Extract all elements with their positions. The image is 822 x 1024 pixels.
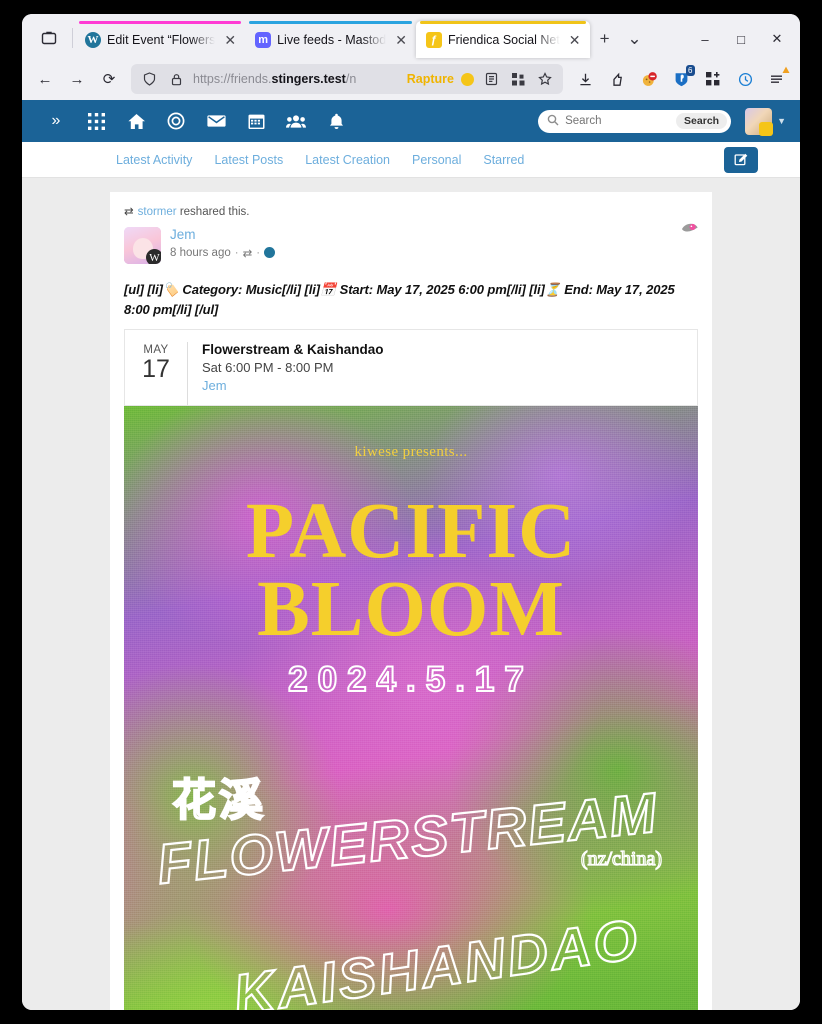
network-source-icon[interactable] (264, 247, 276, 259)
poster-title-line2: BLOOM (257, 566, 565, 653)
share-icon[interactable] (602, 64, 632, 94)
tab-list-chevron-icon[interactable]: ⌄ (620, 24, 650, 54)
app-menu-icon[interactable] (762, 64, 792, 94)
mastodon-icon: m (255, 31, 272, 48)
tab-separator (72, 28, 73, 48)
new-tab-button[interactable]: + (590, 24, 620, 54)
search-submit-button[interactable]: Search (676, 112, 728, 130)
meta-separator: · (256, 246, 261, 259)
grid-apps-icon[interactable] (76, 100, 116, 142)
tab-close-icon[interactable]: ✕ (221, 31, 239, 49)
forward-button[interactable]: → (62, 64, 92, 94)
page-viewport: » Search Search ▼ Latest Activity Latest… (22, 100, 800, 1010)
tab-personal[interactable]: Personal (412, 153, 461, 167)
event-time: Sat 6:00 PM - 8:00 PM (202, 360, 334, 375)
tab-strip: W Edit Event “Flowers ✕ m Live feeds - M… (22, 14, 800, 58)
minimize-button[interactable]: – (688, 25, 722, 53)
tab-latest-creation[interactable]: Latest Creation (305, 153, 390, 167)
poster-cjk-text: 花溪 (171, 775, 266, 826)
browser-tab-wordpress[interactable]: W Edit Event “Flowers ✕ (75, 21, 245, 58)
firefox-view-button[interactable] (28, 20, 70, 56)
notifications-bell-icon[interactable] (316, 100, 356, 142)
address-bar[interactable]: https://friends.stingers.test/n Rapture (131, 64, 563, 94)
event-author-link[interactable]: Jem (202, 378, 697, 393)
reshare-line: ⇄ stormer reshared this. (124, 204, 698, 218)
dolphin-network-icon[interactable] (680, 222, 698, 237)
poster-presents-text: kiwese presents... (354, 444, 468, 460)
downloads-icon[interactable] (570, 64, 600, 94)
lock-icon[interactable] (166, 73, 186, 86)
home-icon[interactable] (116, 100, 156, 142)
adblock-icon[interactable] (634, 64, 664, 94)
event-card: MAY 17 Flowerstream & Kaishandao Sat 6:0… (124, 329, 698, 405)
calendar-icon[interactable] (236, 100, 276, 142)
avatar[interactable]: W (124, 227, 161, 264)
chevron-double-right-icon[interactable]: » (36, 100, 76, 142)
tab-close-icon[interactable]: ✕ (392, 31, 410, 49)
back-button[interactable]: ← (30, 64, 60, 94)
post-meta: 8 hours ago · ⇄ · (170, 246, 276, 260)
author-row: W Jem 8 hours ago · ⇄ · (124, 227, 698, 264)
tab-title: Friendica Social Net (447, 32, 560, 47)
rapture-label[interactable]: Rapture (407, 72, 454, 86)
globe-target-icon[interactable] (156, 100, 196, 142)
poster-band-origin: (nz/china) (580, 847, 662, 870)
event-date: MAY 17 (125, 342, 187, 405)
tab-latest-posts[interactable]: Latest Posts (214, 153, 283, 167)
friendica-tab-nav: Latest Activity Latest Posts Latest Crea… (22, 142, 800, 178)
envelope-icon[interactable] (196, 100, 236, 142)
browser-toolbar: ← → ⟳ https://friends.stingers.test/n Ra… (22, 58, 800, 100)
password-vault-icon[interactable]: 6 (666, 64, 696, 94)
reload-button[interactable]: ⟳ (94, 64, 124, 94)
author-name-link[interactable]: Jem (170, 227, 275, 244)
event-day: 17 (142, 355, 170, 383)
post-body-bbcode: [ul] [li]🏷️ Category: Music[/li] [li]📅 S… (124, 282, 675, 317)
browser-tab-mastodon[interactable]: m Live feeds - Mastod ✕ (245, 21, 416, 58)
search-input[interactable] (565, 115, 677, 127)
reader-mode-icon[interactable] (481, 72, 501, 86)
tab-latest-activity[interactable]: Latest Activity (116, 153, 192, 167)
reshare-text: reshared this. (179, 206, 250, 218)
browser-tab-friendica[interactable]: ƒ Friendica Social Net ✕ (415, 21, 590, 58)
poster-date: 2024.5.17 (287, 659, 534, 700)
wordpress-icon: W (85, 31, 101, 48)
maximize-button[interactable]: □ (724, 25, 758, 53)
contacts-icon[interactable] (276, 100, 316, 142)
reshare-user-link[interactable]: stormer (138, 206, 177, 218)
window-controls: – □ ✕ (688, 25, 794, 53)
extensions-icon[interactable] (698, 64, 728, 94)
user-avatar[interactable] (745, 107, 774, 136)
post-card: ⇄ stormer reshared this. W Jem 8 hours ag… (110, 192, 712, 1010)
event-details: Flowerstream & Kaishandao Sat 6:00 PM - … (187, 342, 697, 405)
event-poster-image[interactable]: kiwese presents... PACIFIC BLOOM 2024.5.… (124, 406, 698, 1010)
user-menu-chevron-icon[interactable]: ▼ (777, 116, 786, 126)
shield-icon[interactable] (139, 72, 159, 86)
reshare-icon: ⇄ (124, 206, 134, 218)
tab-starred[interactable]: Starred (483, 153, 524, 167)
friendica-icon: ƒ (425, 31, 442, 48)
pocket-grid-icon[interactable] (508, 72, 528, 86)
reshare-indicator-icon: ⇄ (242, 247, 253, 260)
meta-separator: · (234, 246, 239, 259)
content-area: ⇄ stormer reshared this. W Jem 8 hours ag… (22, 178, 800, 1010)
friendica-navbar: » Search Search ▼ (22, 100, 800, 142)
poster-title-line1: PACIFIC (245, 488, 577, 575)
post-timestamp: 8 hours ago (170, 246, 231, 259)
tab-close-icon[interactable]: ✕ (566, 31, 584, 49)
wordpress-badge-icon: W (146, 249, 161, 264)
vault-badge: 6 (685, 65, 695, 76)
tab-title: Edit Event “Flowers (107, 32, 216, 47)
event-title: Flowerstream & Kaishandao (202, 342, 384, 357)
url-text: https://friends.stingers.test/n (193, 72, 357, 86)
tab-title: Live feeds - Mastod (277, 32, 387, 47)
history-clock-icon[interactable] (730, 64, 760, 94)
rapture-status-dot[interactable] (461, 72, 474, 86)
close-window-button[interactable]: ✕ (760, 25, 794, 53)
bookmark-star-icon[interactable] (535, 72, 555, 86)
compose-button[interactable] (724, 146, 758, 173)
browser-window: W Edit Event “Flowers ✕ m Live feeds - M… (22, 14, 800, 1010)
search-icon (547, 114, 559, 129)
search-box[interactable]: Search (538, 109, 732, 133)
